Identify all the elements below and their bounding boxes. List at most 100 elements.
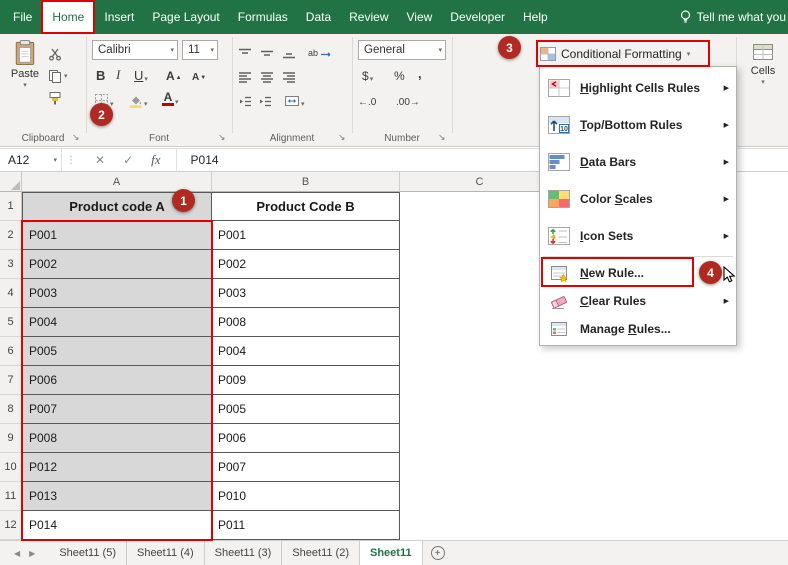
align-left-button[interactable] xyxy=(238,66,252,84)
menu-item-highlight-cells-rules[interactable]: Highlight Cells Rules ▶ xyxy=(540,69,736,106)
sheet-tab-sheet11[interactable]: Sheet11 xyxy=(360,541,423,565)
row-header-9[interactable]: 9 xyxy=(0,424,22,453)
row-header-5[interactable]: 5 xyxy=(0,308,22,337)
sheet-tab-sheet11-3[interactable]: Sheet11 (3) xyxy=(205,541,283,565)
cell-B5[interactable]: P008 xyxy=(212,308,400,337)
cancel-icon[interactable]: ✕ xyxy=(86,153,114,167)
ribbon-tab-help[interactable]: Help xyxy=(514,0,557,34)
ribbon-tab-data[interactable]: Data xyxy=(297,0,340,34)
cut-button[interactable] xyxy=(48,45,62,63)
decrease-indent-button[interactable] xyxy=(238,90,252,108)
alignment-dialog-launcher-icon[interactable]: ↘ xyxy=(338,132,346,143)
cell-B11[interactable]: P010 xyxy=(212,482,400,511)
row-header-2[interactable]: 2 xyxy=(0,221,22,250)
menu-item-color-scales[interactable]: Color Scales ▶ xyxy=(540,180,736,217)
row-header-4[interactable]: 4 xyxy=(0,279,22,308)
font-name-combo[interactable]: Calibri ▾ xyxy=(92,40,178,60)
cells-group-button[interactable]: Cells ▾ xyxy=(742,40,784,86)
cell-C9[interactable] xyxy=(400,424,560,453)
menu-item-top-bottom-rules[interactable]: 10 Top/Bottom Rules ▶ xyxy=(540,106,736,143)
cell-A7[interactable]: P006 xyxy=(22,366,212,395)
copy-button[interactable]: ▾ xyxy=(48,67,68,85)
decrease-font-size-button[interactable]: A ▼ xyxy=(192,65,206,83)
ribbon-tab-insert[interactable]: Insert xyxy=(95,0,143,34)
number-format-combo[interactable]: General ▾ xyxy=(358,40,446,60)
cell-C7[interactable] xyxy=(400,366,560,395)
cell-B1[interactable]: Product Code B xyxy=(212,192,400,221)
cell-A6[interactable]: P005 xyxy=(22,337,212,366)
cell-B8[interactable]: P005 xyxy=(212,395,400,424)
decrease-decimal-button[interactable]: .00→ xyxy=(396,90,420,108)
font-dialog-launcher-icon[interactable]: ↘ xyxy=(218,132,226,143)
wrap-text-button[interactable]: ab xyxy=(308,40,333,58)
select-all-corner[interactable] xyxy=(0,172,22,192)
insert-function-button[interactable]: fx xyxy=(142,152,169,168)
accounting-format-button[interactable]: $ ▾ xyxy=(362,65,373,83)
row-header-12[interactable]: 12 xyxy=(0,511,22,540)
align-middle-button[interactable] xyxy=(260,42,274,60)
font-size-combo[interactable]: 11 ▾ xyxy=(182,40,218,60)
cell-C10[interactable] xyxy=(400,453,560,482)
tell-me-box[interactable]: Tell me what you xyxy=(679,0,788,34)
cell-B10[interactable]: P007 xyxy=(212,453,400,482)
sheet-nav-right-icon[interactable]: ▶ xyxy=(29,549,35,558)
percent-style-button[interactable]: % xyxy=(394,65,405,83)
underline-button[interactable]: U ▾ xyxy=(134,65,148,83)
merge-center-button[interactable]: ▾ xyxy=(284,90,305,108)
align-bottom-button[interactable] xyxy=(282,42,296,60)
font-color-button[interactable]: A ▾ xyxy=(162,88,179,106)
cell-A9[interactable]: P008 xyxy=(22,424,212,453)
increase-font-size-button[interactable]: A ▲ xyxy=(166,65,182,83)
ribbon-tab-view[interactable]: View xyxy=(398,0,442,34)
cell-A4[interactable]: P003 xyxy=(22,279,212,308)
cell-C12[interactable] xyxy=(400,511,560,540)
row-header-7[interactable]: 7 xyxy=(0,366,22,395)
cell-B12[interactable]: P011 xyxy=(212,511,400,540)
align-center-button[interactable] xyxy=(260,66,274,84)
cell-C4[interactable] xyxy=(400,279,560,308)
ribbon-tab-home[interactable]: Home xyxy=(41,0,95,34)
bold-button[interactable]: B xyxy=(96,65,105,83)
cell-A10[interactable]: P012 xyxy=(22,453,212,482)
sheet-tab-sheet11-5[interactable]: Sheet11 (5) xyxy=(49,541,127,565)
italic-button[interactable]: I xyxy=(116,65,120,83)
number-dialog-launcher-icon[interactable]: ↘ xyxy=(438,132,446,143)
cell-B6[interactable]: P004 xyxy=(212,337,400,366)
sheet-nav-left-icon[interactable]: ◀ xyxy=(14,549,20,558)
fill-color-button[interactable]: ▾ xyxy=(128,90,148,108)
formula-bar-value[interactable]: P014 xyxy=(177,153,219,167)
cell-C6[interactable] xyxy=(400,337,560,366)
column-header-B[interactable]: B xyxy=(212,172,400,192)
menu-item-clear-rules[interactable]: Clear Rules ▶ xyxy=(540,287,736,315)
cell-A12[interactable]: P014 xyxy=(22,511,212,540)
increase-decimal-button[interactable]: ←.0 xyxy=(358,90,376,108)
increase-indent-button[interactable] xyxy=(258,90,272,108)
column-header-C[interactable]: C xyxy=(400,172,560,192)
align-right-button[interactable] xyxy=(282,66,296,84)
cell-B3[interactable]: P002 xyxy=(212,250,400,279)
cell-A11[interactable]: P013 xyxy=(22,482,212,511)
cell-C5[interactable] xyxy=(400,308,560,337)
ribbon-tab-formulas[interactable]: Formulas xyxy=(229,0,297,34)
ribbon-tab-developer[interactable]: Developer xyxy=(441,0,514,34)
row-header-6[interactable]: 6 xyxy=(0,337,22,366)
cell-C1[interactable] xyxy=(400,192,560,221)
new-sheet-button[interactable]: + xyxy=(431,541,445,565)
cell-A3[interactable]: P002 xyxy=(22,250,212,279)
cell-C2[interactable] xyxy=(400,221,560,250)
cell-B4[interactable]: P003 xyxy=(212,279,400,308)
clipboard-dialog-launcher-icon[interactable]: ↘ xyxy=(72,132,80,143)
row-header-1[interactable]: 1 xyxy=(0,192,22,221)
cell-A8[interactable]: P007 xyxy=(22,395,212,424)
cell-B2[interactable]: P001 xyxy=(212,221,400,250)
row-header-10[interactable]: 10 xyxy=(0,453,22,482)
formula-bar-handle[interactable]: ⋮ xyxy=(62,155,86,166)
sheet-tab-sheet11-4[interactable]: Sheet11 (4) xyxy=(127,541,205,565)
enter-check-icon[interactable]: ✓ xyxy=(114,153,142,167)
row-header-11[interactable]: 11 xyxy=(0,482,22,511)
ribbon-tab-page-layout[interactable]: Page Layout xyxy=(143,0,228,34)
paste-button[interactable]: Paste ▾ xyxy=(6,39,44,89)
cell-B9[interactable]: P006 xyxy=(212,424,400,453)
cell-C8[interactable] xyxy=(400,395,560,424)
format-painter-button[interactable] xyxy=(48,89,62,107)
